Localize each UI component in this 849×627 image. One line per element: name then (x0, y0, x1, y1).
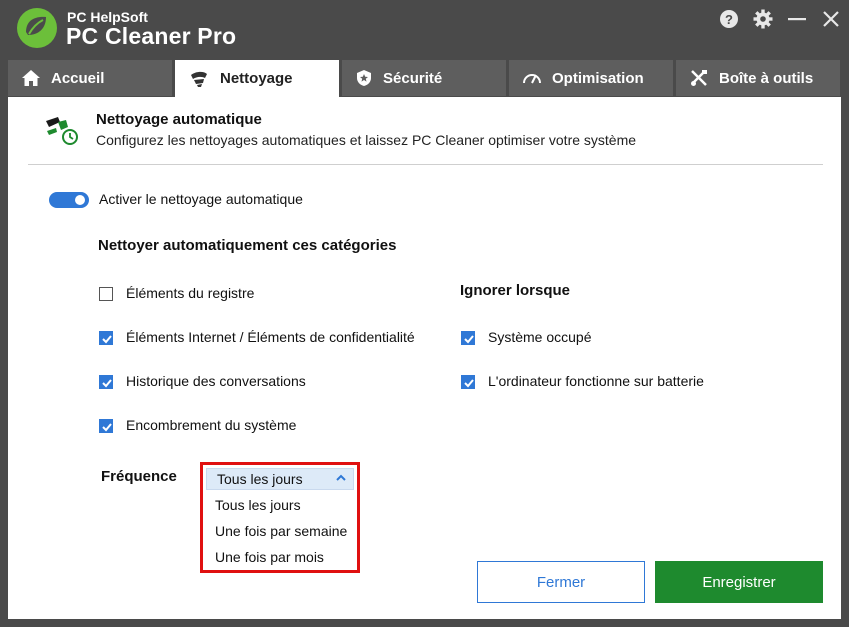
help-icon[interactable]: ? (718, 8, 740, 30)
frequency-option-daily[interactable]: Tous les jours (215, 497, 301, 513)
tab-boite-a-outils[interactable]: Boîte à outils (676, 60, 840, 96)
categories-title: Nettoyer automatiquement ces catégories (98, 237, 397, 254)
tab-securite[interactable]: Sécurité (342, 60, 506, 96)
save-button[interactable]: Enregistrer (655, 561, 823, 603)
checkbox-registre[interactable] (99, 287, 113, 301)
checkbox-historique-label: Historique des conversations (126, 373, 306, 389)
frequency-dropdown-highlight: Tous les jours Tous les jours Une fois p… (200, 462, 360, 573)
frequency-selected-value: Tous les jours (217, 471, 303, 487)
app-name: PC Cleaner Pro (66, 23, 237, 49)
checkbox-systeme-occupe[interactable] (461, 331, 475, 345)
app-logo-icon (17, 8, 57, 48)
page-title: Nettoyage automatique (96, 111, 262, 128)
toggle-knob (75, 195, 85, 205)
home-icon (22, 70, 40, 86)
frequency-select[interactable]: Tous les jours (206, 468, 354, 490)
tab-label: Sécurité (383, 69, 443, 87)
close-button[interactable]: Fermer (477, 561, 645, 603)
page-subtitle: Configurez les nettoyages automatiques e… (96, 132, 637, 148)
tab-nettoyage[interactable]: Nettoyage (175, 60, 339, 97)
tab-optimisation[interactable]: Optimisation (509, 60, 673, 96)
auto-clean-icon (46, 117, 78, 145)
tab-accueil[interactable]: Accueil (8, 60, 172, 96)
svg-text:?: ? (725, 12, 733, 27)
checkbox-internet[interactable] (99, 331, 113, 345)
speedometer-icon (523, 74, 541, 84)
frequency-option-monthly[interactable]: Une fois par mois (215, 549, 324, 565)
tab-label: Boîte à outils (719, 69, 814, 87)
auto-clean-toggle-label: Activer le nettoyage automatique (99, 191, 303, 207)
frequency-option-weekly[interactable]: Une fois par semaine (215, 523, 347, 539)
checkbox-systeme-occupe-label: Système occupé (488, 329, 592, 345)
checkbox-internet-label: Éléments Internet / Éléments de confiden… (126, 329, 415, 345)
checkbox-historique[interactable] (99, 375, 113, 389)
header-divider (28, 164, 823, 165)
chevron-up-icon (336, 474, 346, 481)
tab-label: Nettoyage (220, 70, 293, 87)
minimize-icon[interactable] (786, 8, 808, 30)
checkbox-encombrement-label: Encombrement du système (126, 417, 297, 433)
checkbox-batterie-label: L'ordinateur fonctionne sur batterie (488, 373, 704, 389)
content-panel: Nettoyage automatique Configurez les net… (8, 97, 841, 619)
close-icon[interactable] (820, 8, 842, 30)
checkbox-registre-label: Éléments du registre (126, 285, 255, 301)
tab-label: Optimisation (552, 69, 644, 87)
gear-icon[interactable] (752, 8, 774, 30)
broom-icon (191, 71, 207, 87)
ignore-title: Ignorer lorsque (460, 282, 571, 299)
tools-icon (691, 70, 707, 86)
main-tabs: Accueil Nettoyage Sécurité Optimisation … (0, 60, 849, 97)
tab-label: Accueil (51, 69, 105, 87)
title-bar: PC HelpSoft PC Cleaner Pro ? (0, 0, 849, 60)
auto-clean-toggle[interactable] (49, 192, 89, 208)
shield-icon (357, 70, 371, 86)
checkbox-encombrement[interactable] (99, 419, 113, 433)
frequency-label: Fréquence (101, 468, 177, 485)
checkbox-batterie[interactable] (461, 375, 475, 389)
